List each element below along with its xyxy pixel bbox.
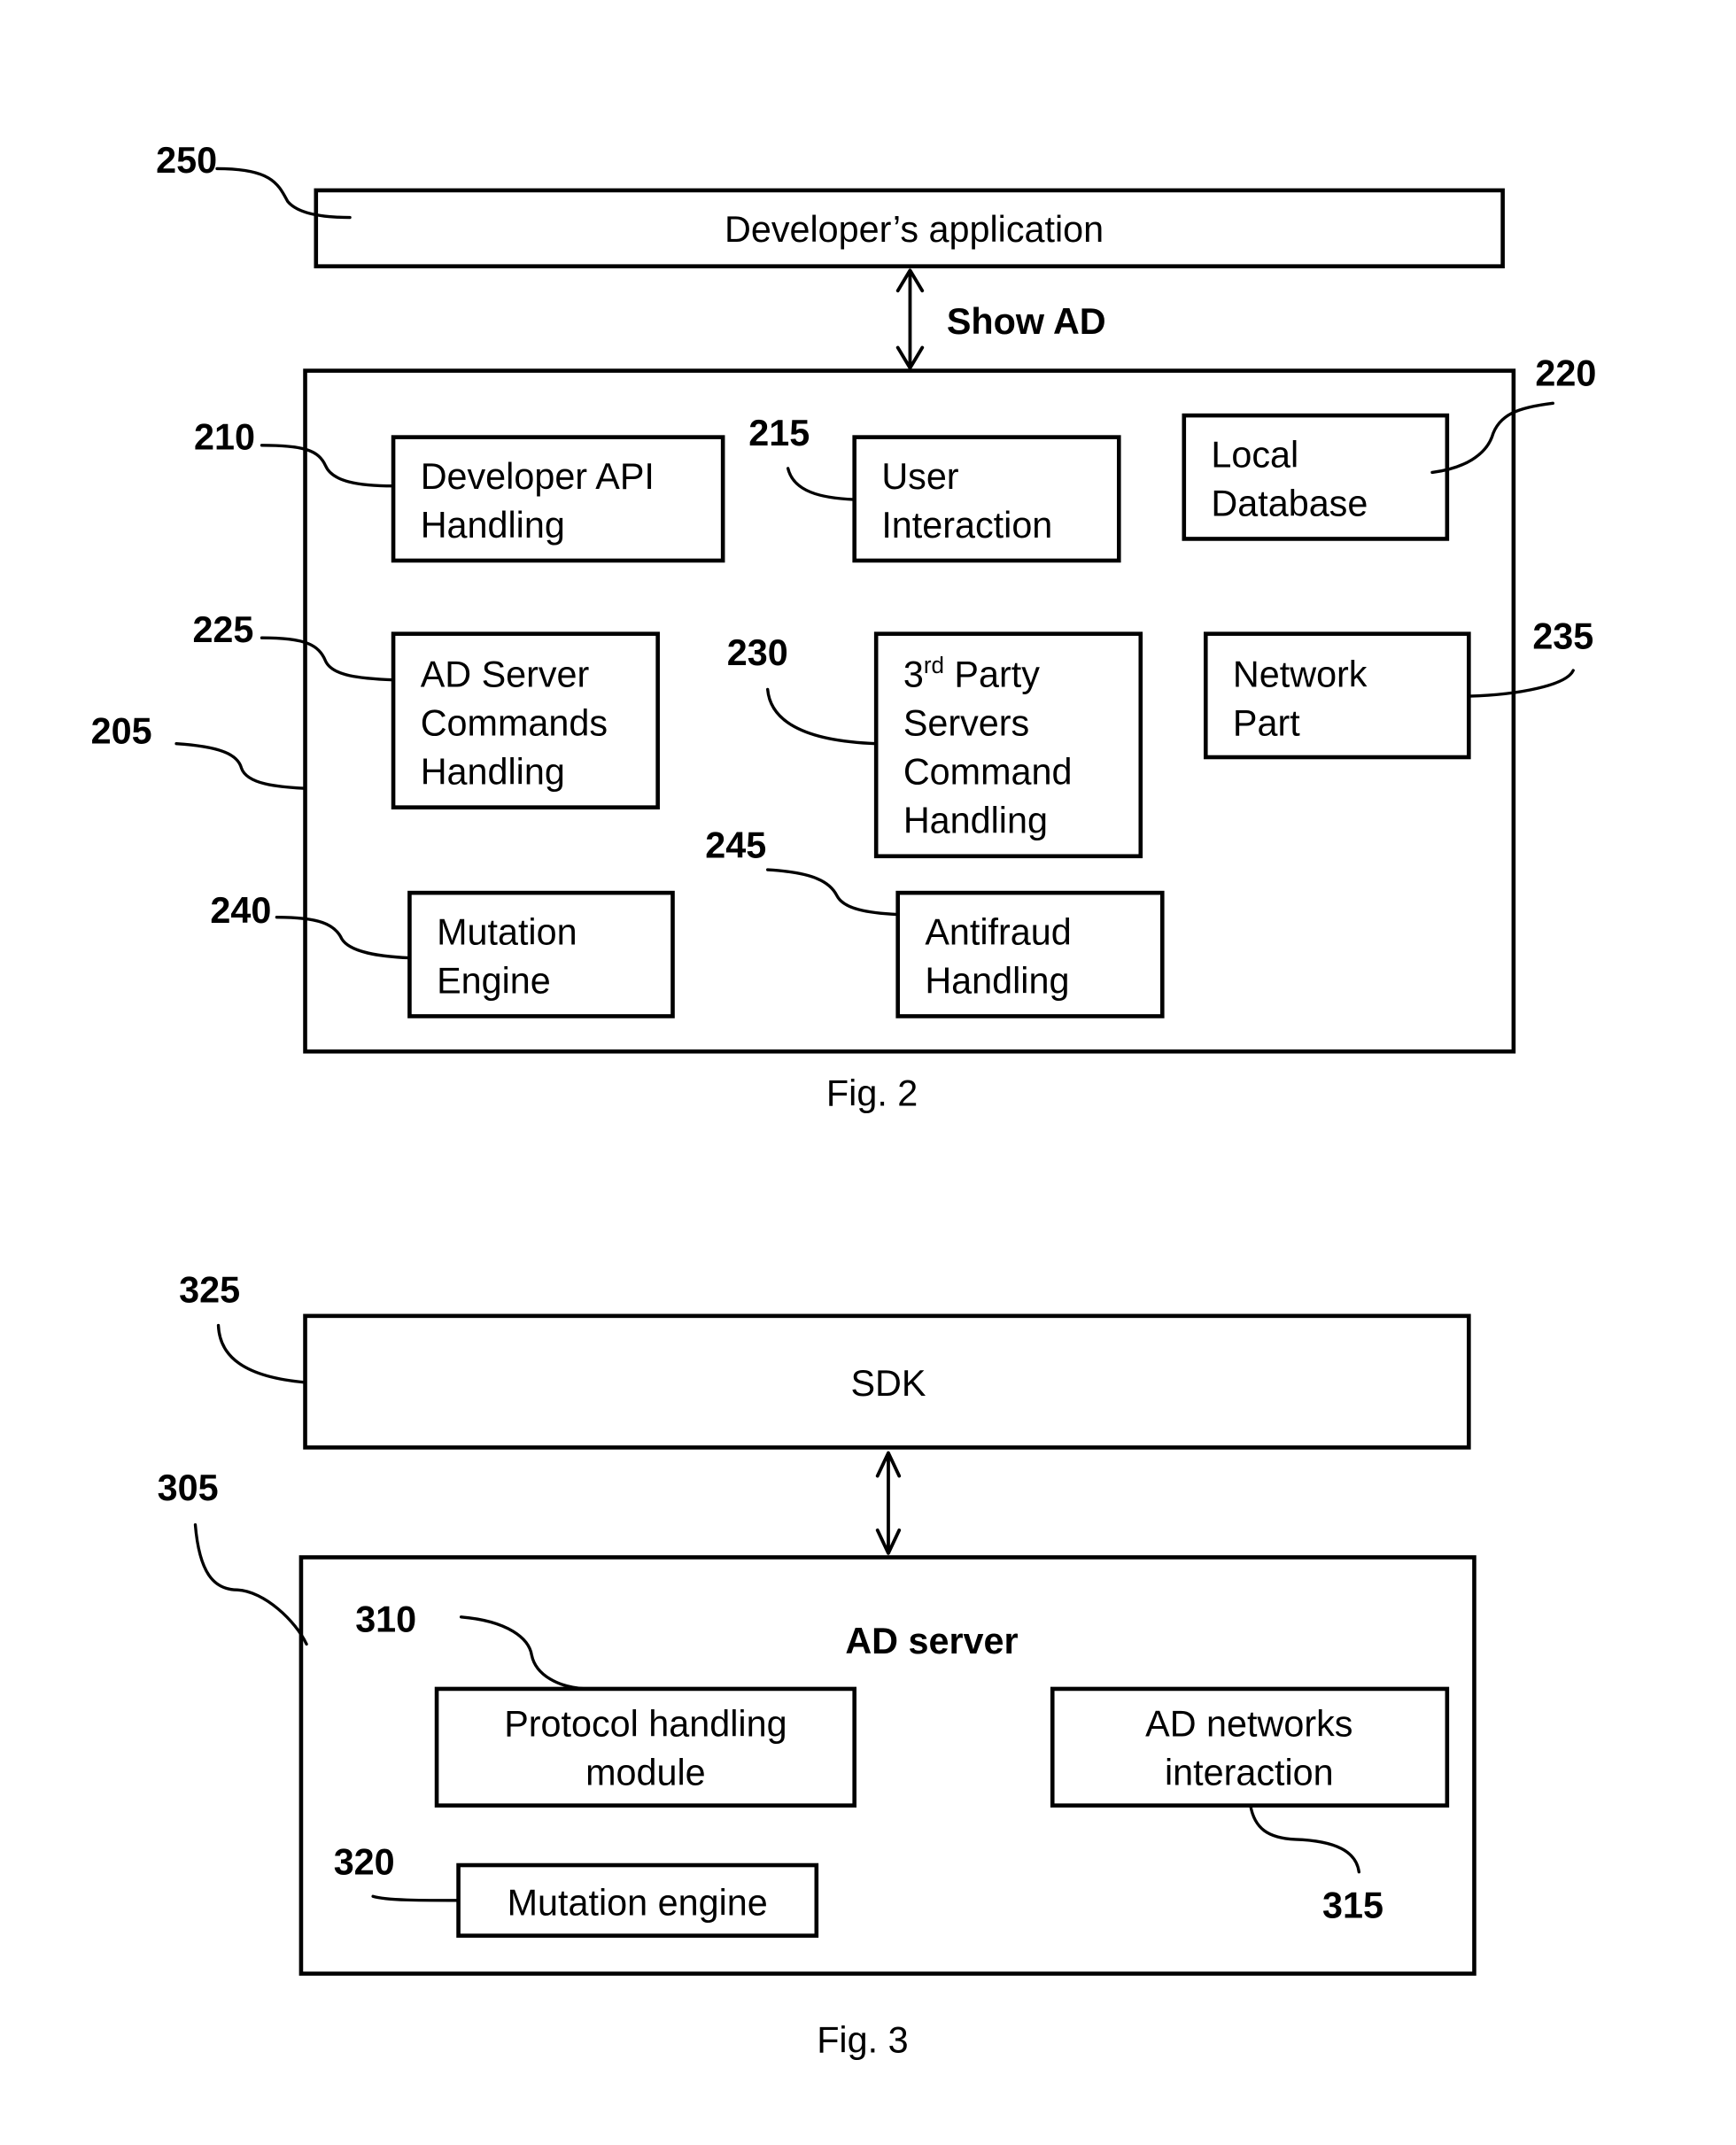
ref-320: 320: [334, 1842, 395, 1883]
module-label-line: User: [881, 456, 958, 497]
module-network-part: Network Part 235: [1203, 616, 1593, 760]
ref-215: 215: [748, 413, 810, 453]
module-label-line: Servers: [903, 702, 1029, 743]
ordinal-suffix: rd: [924, 652, 944, 678]
module-label-line: Commands: [421, 702, 608, 743]
ref-305: 305: [158, 1467, 219, 1508]
ref-250: 250: [156, 140, 217, 181]
module-label-line: Handling: [421, 752, 565, 793]
module-label-line: Part: [1233, 702, 1300, 743]
module-mutation-engine: Mutation Engine 240: [210, 890, 675, 1018]
figure-2-caption: Fig. 2: [826, 1073, 918, 1114]
show-ad-label: Show AD: [947, 301, 1106, 342]
figure-3: SDK 325 AD server 305 Protocol handling …: [158, 1270, 1476, 2060]
module-label-line: Handling: [421, 505, 565, 546]
label-rest: Party: [944, 654, 1040, 694]
module-label-line: Engine: [437, 960, 551, 1001]
ordinal-number: 3: [903, 654, 924, 694]
ref-325: 325: [179, 1270, 240, 1311]
module-label-line: Antifraud: [925, 911, 1071, 952]
module-label-line: Interaction: [881, 505, 1052, 546]
sdk-server-link: [875, 1451, 902, 1555]
ref-235: 235: [1532, 616, 1593, 656]
figure-3-caption: Fig. 3: [817, 2019, 908, 2060]
module-label-line: Mutation: [437, 911, 577, 952]
ref-205: 205: [91, 711, 152, 752]
developer-application-block: Developer’s application 250: [156, 140, 1505, 268]
module-developer-api-handling: Developer API Handling 210: [194, 416, 725, 563]
developer-application-label: Developer’s application: [725, 209, 1104, 250]
ref-220: 220: [1535, 352, 1596, 393]
ref-310: 310: [355, 1599, 416, 1640]
sdk-label: SDK: [850, 1363, 926, 1404]
ref-225: 225: [192, 609, 253, 650]
sdk-block: SDK 325: [179, 1270, 1471, 1450]
module-label-line: Database: [1211, 483, 1368, 523]
patent-figures: Developer’s application 250 Show AD 205 …: [91, 140, 1597, 2060]
module-label-line: Mutation engine: [508, 1883, 768, 1924]
leader-line-205: [174, 741, 307, 790]
module-label-line: Protocol handling: [504, 1704, 787, 1745]
module-label-line: Handling: [925, 960, 1069, 1001]
ad-server-label: AD server: [845, 1621, 1018, 1661]
module-label-line: Handling: [903, 801, 1048, 841]
module-label-line: Local: [1211, 434, 1298, 475]
module-label-line: module: [585, 1753, 706, 1793]
module-label-line: Developer API: [421, 456, 655, 497]
leader-line-325: [216, 1323, 307, 1384]
figure-2: Developer’s application 250 Show AD 205 …: [91, 140, 1597, 1114]
module-ad-server-commands-handling: AD Server Commands Handling 225: [192, 609, 660, 809]
module-label-line: interaction: [1165, 1753, 1334, 1793]
ref-315: 315: [1322, 1886, 1383, 1926]
show-ad-link: Show AD: [895, 268, 1106, 370]
module-label-line: Command: [903, 752, 1073, 793]
module-label-line: AD Server: [421, 654, 590, 694]
leader-line-305: [193, 1522, 308, 1646]
ref-240: 240: [210, 890, 271, 931]
module-label-line: Network: [1233, 654, 1368, 694]
ref-230: 230: [727, 632, 788, 673]
ref-245: 245: [705, 825, 766, 865]
ref-210: 210: [194, 416, 255, 457]
module-label-line: AD networks: [1145, 1704, 1352, 1745]
